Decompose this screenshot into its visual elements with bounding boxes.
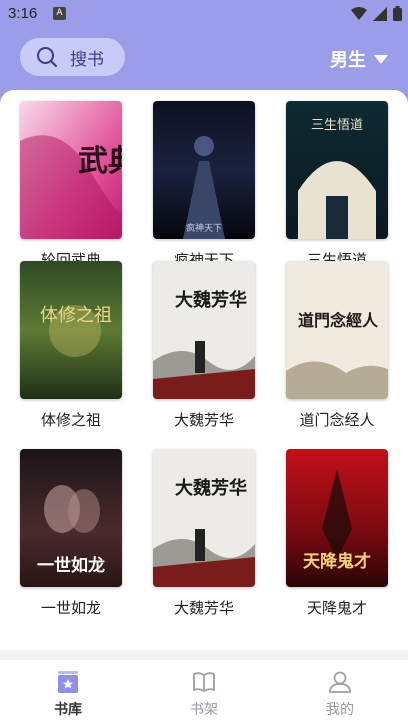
- search-button[interactable]: 搜书: [20, 38, 125, 76]
- gender-dropdown[interactable]: 男生: [330, 46, 388, 72]
- header: 搜书 男生: [0, 28, 408, 90]
- search-label: 搜书: [70, 49, 104, 70]
- book-cover[interactable]: 大魏芳华: [153, 261, 255, 399]
- book-cover[interactable]: 体修之祖: [20, 261, 122, 399]
- tab-label: 书架: [190, 701, 218, 718]
- book-cover[interactable]: 天降鬼才: [286, 449, 388, 587]
- book-title: 大魏芳华: [173, 411, 234, 429]
- cover-title: 大魏芳华: [175, 289, 247, 311]
- gender-label: 男生: [330, 50, 366, 71]
- book-item[interactable]: 大魏芳华 大魏芳华: [153, 449, 257, 618]
- book-title: 体修之祖: [40, 411, 101, 429]
- cover-title: 一世如龙: [37, 555, 105, 576]
- cover-title: 大魏芳华: [175, 477, 247, 499]
- book-item[interactable]: 三生悟道 三生悟道: [286, 101, 390, 270]
- tabbar-divider: [0, 650, 408, 660]
- notification-icon: A: [53, 7, 66, 20]
- status-bar: 3:16 A: [0, 0, 408, 28]
- tab-bookshelf[interactable]: 书架: [164, 669, 244, 719]
- book-item[interactable]: 武典 轮回武典: [20, 101, 124, 270]
- book-item[interactable]: 疯神天下 疯神天下: [153, 101, 257, 270]
- bottom-tabbar: 书库 书架 我的: [0, 660, 408, 727]
- book-cover[interactable]: 武典: [20, 101, 122, 239]
- book-item[interactable]: 大魏芳华 大魏芳华: [153, 261, 257, 430]
- wifi-icon: [351, 7, 367, 20]
- search-icon: [37, 47, 58, 68]
- cover-title: 天降鬼才: [303, 551, 371, 572]
- battery-icon: [393, 6, 402, 21]
- book-title: 天降鬼才: [306, 599, 367, 617]
- user-icon: [329, 671, 351, 693]
- cover-title: 体修之祖: [40, 305, 112, 326]
- cover-title: 疯神天下: [186, 222, 222, 234]
- book-cover[interactable]: 大魏芳华: [153, 449, 255, 587]
- tab-label: 我的: [326, 701, 354, 718]
- book-item[interactable]: 天降鬼才 天降鬼才: [286, 449, 390, 618]
- cover-title: 三生悟道: [311, 118, 363, 133]
- book-item[interactable]: 一世如龙 一世如龙: [20, 449, 124, 618]
- caret-down-icon: [374, 54, 388, 64]
- tab-profile[interactable]: 我的: [300, 669, 380, 719]
- status-icons: [351, 6, 402, 21]
- book-cover[interactable]: 疯神天下: [153, 101, 255, 239]
- book-title: 大魏芳华: [173, 599, 234, 617]
- book-cover[interactable]: 一世如龙: [20, 449, 122, 587]
- book-grid: 武典 轮回武典 疯神天下 疯神天下 三生悟道 三生悟: [0, 90, 408, 650]
- book-title: 道门念经人: [299, 411, 375, 429]
- book-item[interactable]: 体修之祖 体修之祖: [20, 261, 124, 430]
- cover-title: 道門念經人: [298, 311, 379, 330]
- signal-icon: [373, 6, 387, 21]
- cover-title: 武典: [78, 144, 122, 179]
- library-icon: [58, 670, 78, 693]
- book-cover[interactable]: 道門念經人: [286, 261, 388, 399]
- book-cover[interactable]: 三生悟道: [286, 101, 388, 239]
- book-title: 一世如龙: [40, 599, 101, 617]
- book-item[interactable]: 道門念經人 道门念经人: [286, 261, 390, 430]
- status-time: 3:16: [8, 5, 38, 22]
- tab-library[interactable]: 书库: [28, 669, 108, 719]
- tab-label: 书库: [54, 701, 82, 718]
- open-book-icon: [193, 671, 215, 692]
